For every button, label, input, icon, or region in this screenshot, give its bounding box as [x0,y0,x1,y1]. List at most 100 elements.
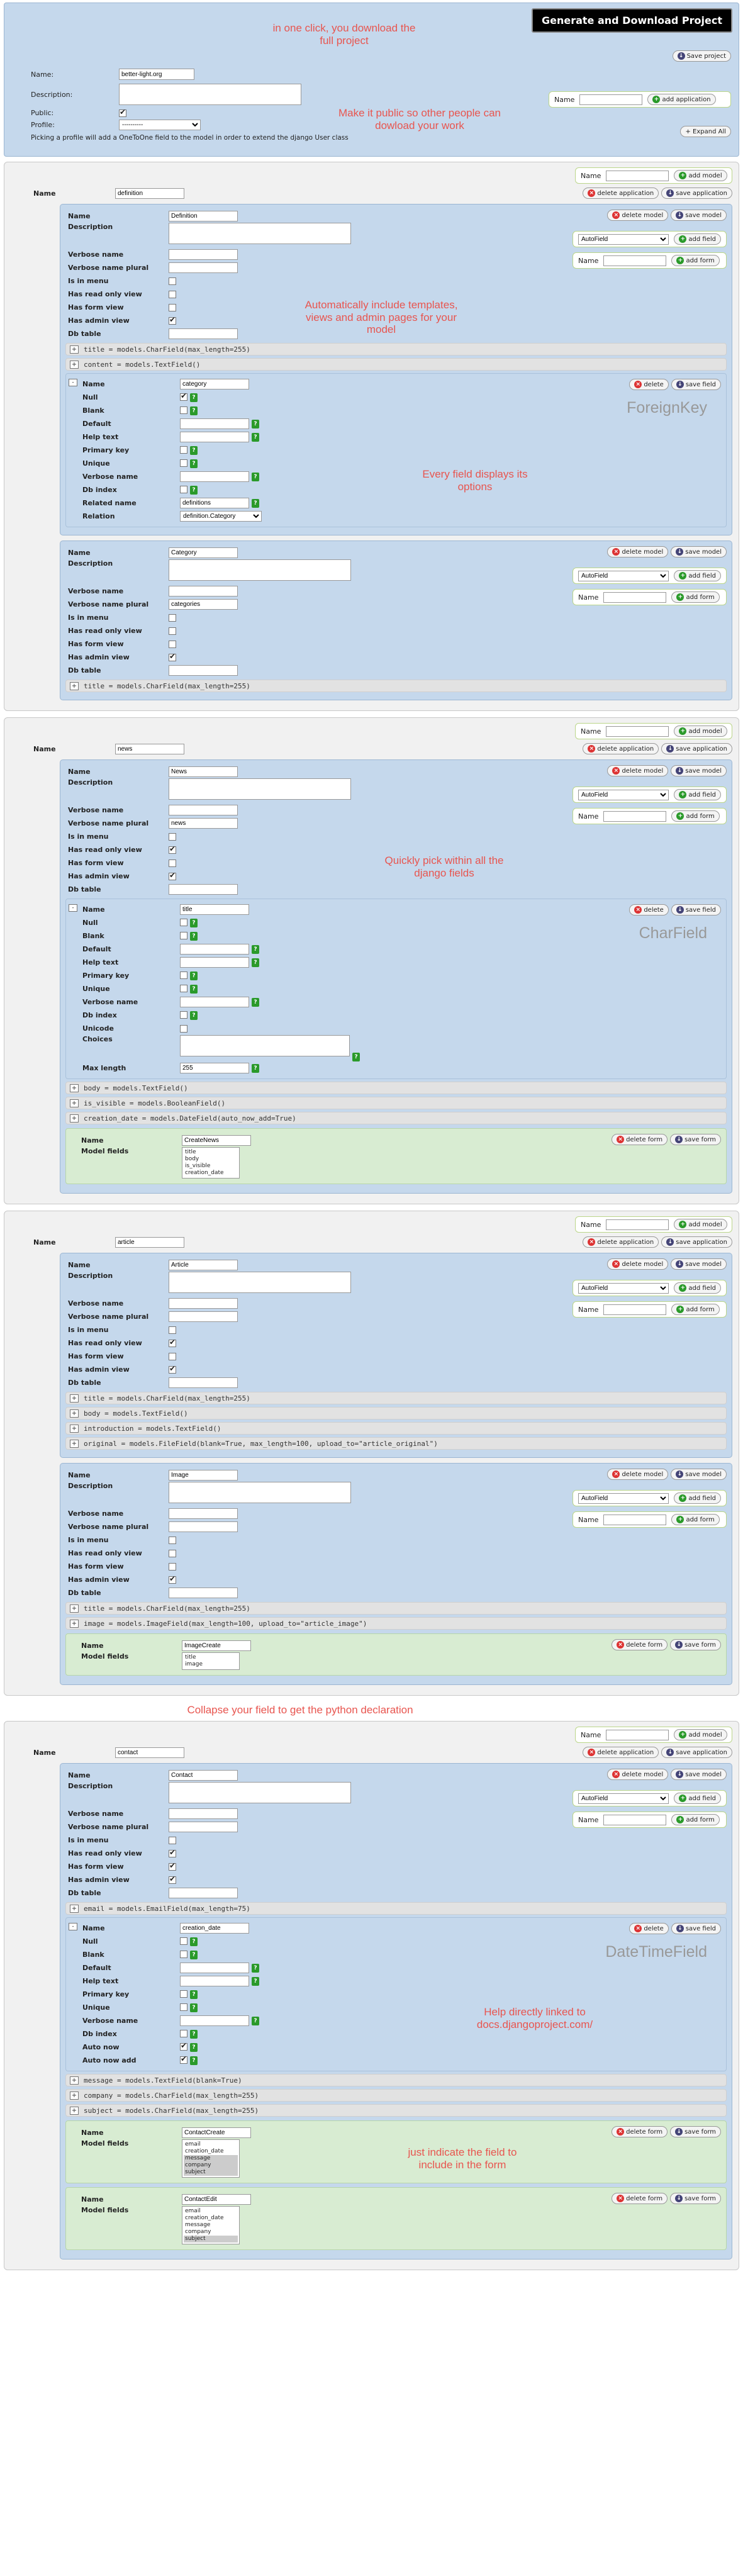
add-application-button[interactable]: + add application [647,94,716,105]
verbose-plural-input[interactable] [169,599,238,610]
field-declaration[interactable]: + original = models.FileField(blank=True,… [65,1437,727,1450]
verbose-name-input[interactable] [169,249,238,260]
delete-form-button[interactable]: × delete form [612,1639,668,1650]
db-table-input[interactable] [169,1377,238,1388]
add-field-button[interactable]: + add field [674,570,721,581]
read-only-checkbox[interactable] [169,1550,176,1557]
help-icon[interactable]: ? [252,499,259,508]
help-icon[interactable]: ? [190,446,198,455]
expand-icon[interactable]: + [70,1114,79,1123]
model-fields-listbox[interactable]: title image [182,1652,240,1670]
default-input[interactable] [180,1963,249,1973]
null-checkbox[interactable] [180,919,187,926]
save-application-button[interactable]: ↓ save application [661,743,732,754]
add-form-button[interactable]: + add form [671,591,720,603]
add-field-button[interactable]: + add field [674,1793,721,1804]
default-input[interactable] [180,944,249,955]
delete-application-button[interactable]: × delete application [583,743,659,754]
add-field-button[interactable]: + add field [674,233,721,245]
primary-key-checkbox[interactable] [180,446,187,454]
new-model-name-input[interactable] [606,1219,669,1230]
add-model-button[interactable]: + add model [674,725,727,737]
field-declaration[interactable]: + creation_date = models.DateField(auto_n… [65,1112,727,1124]
model-fields-listbox[interactable]: email creation_date message company subject [182,2139,240,2178]
add-model-button[interactable]: + add model [674,1729,727,1740]
expand-icon[interactable]: + [70,1619,79,1628]
expand-icon[interactable]: + [70,1604,79,1613]
help-text-input[interactable] [180,1976,249,1986]
collapse-icon[interactable]: - [69,379,77,386]
verbose-name-input[interactable] [169,586,238,596]
db-index-checkbox[interactable] [180,2030,187,2037]
field-declaration[interactable]: + email = models.EmailField(max_length=75… [65,1902,727,1915]
admin-view-checkbox[interactable] [169,1874,176,1884]
verbose-name-input[interactable] [169,1508,238,1519]
field-name-input[interactable] [180,1923,249,1934]
model-name-input[interactable] [169,211,238,221]
help-icon[interactable]: ? [190,1011,198,1020]
help-icon[interactable]: ? [252,1964,259,1973]
help-icon[interactable]: ? [252,420,259,428]
admin-view-checkbox[interactable] [169,315,176,325]
delete-application-button[interactable]: × delete application [583,1236,659,1248]
field-declaration[interactable]: + title = models.CharField(max_length=255… [65,1602,727,1615]
app-name-input[interactable] [115,188,184,199]
new-form-name-input[interactable] [603,1814,667,1825]
model-name-input[interactable] [169,1260,238,1270]
field-type-select[interactable]: AutoField [578,1793,669,1804]
field-declaration[interactable]: + title = models.CharField(max_length=255… [65,680,727,692]
expand-icon[interactable]: + [70,345,79,354]
new-app-name-input[interactable] [579,94,643,105]
help-icon[interactable]: ? [252,433,259,442]
admin-view-checkbox[interactable] [169,652,176,661]
add-form-button[interactable]: + add form [671,810,720,822]
blank-checkbox[interactable] [180,406,187,414]
read-only-checkbox[interactable] [169,627,176,635]
help-icon[interactable]: ? [252,998,259,1007]
admin-view-checkbox[interactable] [169,871,176,880]
unique-checkbox[interactable] [180,985,187,992]
help-icon[interactable]: ? [190,459,198,468]
new-form-name-input[interactable] [603,255,667,266]
model-description-input[interactable] [169,1482,351,1503]
help-icon[interactable]: ? [252,2017,259,2025]
model-field-option[interactable]: company [184,2162,238,2169]
read-only-checkbox[interactable] [169,844,176,854]
form-view-checkbox[interactable] [169,860,176,867]
add-form-button[interactable]: + add form [671,255,720,266]
delete-application-button[interactable]: × delete application [583,188,659,199]
field-name-input[interactable] [180,904,249,915]
help-icon[interactable]: ? [252,958,259,967]
verbose-name-input[interactable] [169,1298,238,1309]
read-only-checkbox[interactable] [169,1338,176,1347]
save-form-button[interactable]: ↓ save form [670,2126,721,2137]
help-icon[interactable]: ? [190,406,198,415]
model-fields-listbox[interactable]: email creation_date message company subject [182,2206,240,2244]
expand-icon[interactable]: + [70,1099,79,1107]
save-application-button[interactable]: ↓ save application [661,1236,732,1248]
verbose-plural-input[interactable] [169,1822,238,1832]
save-application-button[interactable]: ↓ save application [661,188,732,199]
field-type-select[interactable]: AutoField [578,1282,669,1294]
help-icon[interactable]: ? [190,2030,198,2039]
field-declaration[interactable]: + subject = models.CharField(max_length=2… [65,2104,727,2117]
project-name-input[interactable] [119,69,194,80]
delete-model-button[interactable]: × delete model [607,1469,669,1480]
help-icon[interactable]: ? [252,1064,259,1073]
unicode-checkbox[interactable] [180,1025,187,1033]
read-only-checkbox[interactable] [169,291,176,298]
model-field-option[interactable]: image [184,1661,238,1668]
model-name-input[interactable] [169,547,238,558]
save-model-button[interactable]: ↓ save model [671,1469,727,1480]
model-field-option[interactable]: message [184,2155,238,2162]
model-name-input[interactable] [169,1470,238,1481]
is-in-menu-checkbox[interactable] [169,277,176,285]
add-model-button[interactable]: + add model [674,1219,727,1230]
auto-now-add-checkbox[interactable] [180,2054,187,2064]
help-text-input[interactable] [180,432,249,442]
primary-key-checkbox[interactable] [180,972,187,979]
delete-field-button[interactable]: × delete [629,379,669,390]
save-form-button[interactable]: ↓ save form [670,1134,721,1145]
save-form-button[interactable]: ↓ save form [670,2193,721,2204]
model-field-option[interactable]: subject [184,2169,238,2176]
